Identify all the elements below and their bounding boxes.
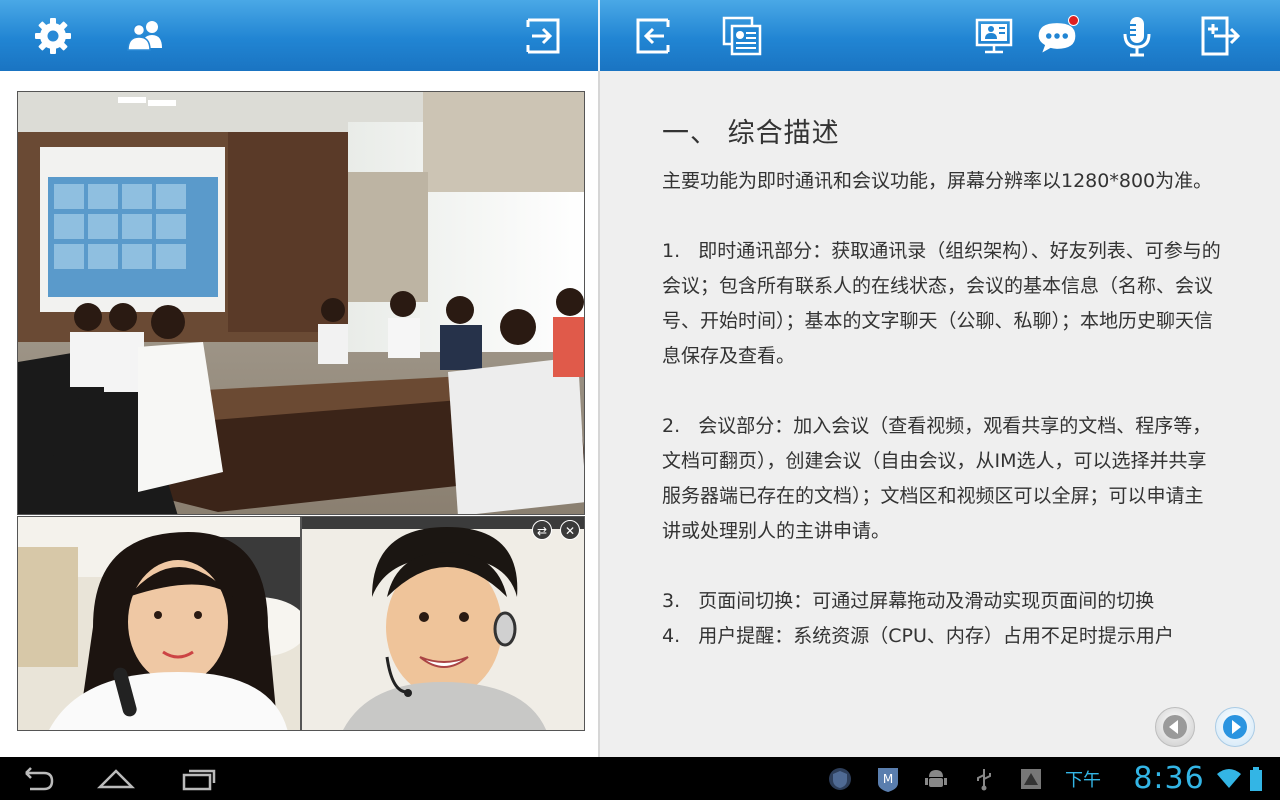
- home-nav-icon[interactable]: [94, 757, 138, 800]
- gear-icon[interactable]: [31, 14, 75, 58]
- document-pane: 一、 综合描述 主要功能为即时通讯和会议功能，屏幕分辨率以1280*800为准。…: [600, 71, 1280, 757]
- exit-icon[interactable]: [520, 14, 564, 58]
- conference-room-video[interactable]: [17, 91, 585, 515]
- shield-app-icon[interactable]: [824, 757, 856, 800]
- document-item-3: 3. 页面间切换：可通过屏幕拖动及滑动实现页面间的切换: [662, 590, 1155, 612]
- document-item-4: 4. 用户提醒：系统资源（CPU、内存）占用不足时提示用户: [662, 625, 1174, 647]
- document-item-1: 1. 即时通讯部分：获取通讯录（组织架构）、好友列表、可参与的会议；包含所有联系…: [662, 240, 1221, 367]
- android-debug-icon: [922, 757, 950, 800]
- prev-page-icon: [1163, 715, 1187, 739]
- prev-page-button[interactable]: [1155, 707, 1195, 747]
- svg-text:M: M: [883, 772, 893, 786]
- document-intro: 主要功能为即时通讯和会议功能，屏幕分辨率以1280*800为准。: [662, 170, 1213, 192]
- video-pane: ⇄ ✕: [0, 71, 598, 757]
- contacts-icon[interactable]: [124, 14, 168, 58]
- chat-icon[interactable]: [1035, 14, 1079, 58]
- clock[interactable]: 8:36: [1124, 757, 1214, 800]
- left-toolbar: [0, 0, 598, 71]
- screen-share-icon[interactable]: [972, 14, 1016, 58]
- document-title: 一、 综合描述: [662, 118, 840, 149]
- usb-icon: [972, 757, 996, 800]
- next-page-button[interactable]: [1215, 707, 1255, 747]
- back-icon[interactable]: [632, 14, 676, 58]
- time-ampm: 下午: [1065, 769, 1101, 791]
- document-content: 一、 综合描述 主要功能为即时通讯和会议功能，屏幕分辨率以1280*800为准。…: [662, 116, 1222, 654]
- close-icon[interactable]: ✕: [560, 520, 580, 540]
- microphone-icon[interactable]: [1115, 14, 1159, 58]
- right-toolbar: [600, 0, 1280, 71]
- swap-icon[interactable]: ⇄: [532, 520, 552, 540]
- documents-icon[interactable]: [720, 14, 764, 58]
- participant-woman-video[interactable]: [17, 516, 301, 731]
- battery-icon: [1246, 757, 1266, 800]
- recents-nav-icon[interactable]: [176, 757, 220, 800]
- switch-pane-icon[interactable]: [1198, 14, 1242, 58]
- system-bar: M 下午 8:36: [0, 757, 1280, 800]
- m-app-icon[interactable]: M: [872, 757, 904, 800]
- back-nav-icon[interactable]: [14, 757, 58, 800]
- sd-card-icon: [1016, 757, 1046, 800]
- next-page-icon: [1223, 715, 1247, 739]
- participant-man-video[interactable]: ⇄ ✕: [301, 516, 585, 731]
- chat-notification-badge: [1068, 15, 1079, 26]
- wifi-icon: [1214, 757, 1244, 800]
- document-item-2: 2. 会议部分：加入会议（查看视频，观看共享的文档、程序等，文档可翻页），创建会…: [662, 415, 1212, 542]
